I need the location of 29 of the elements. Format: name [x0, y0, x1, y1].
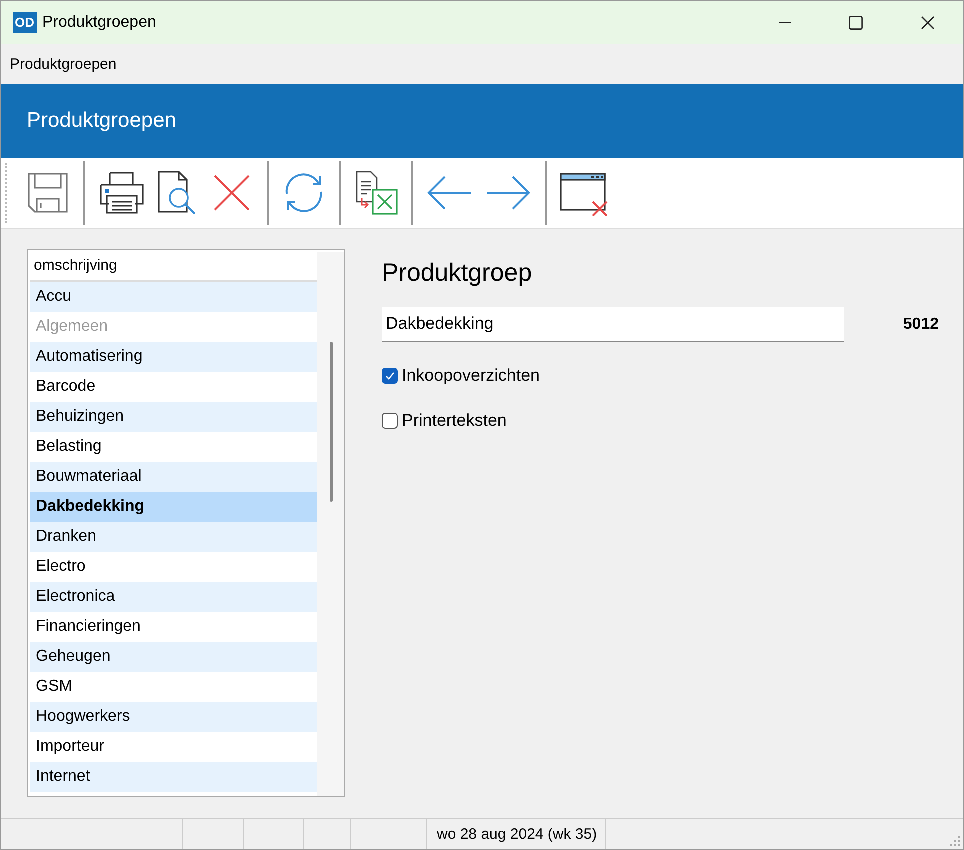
resize-grip-icon[interactable] — [950, 836, 960, 846]
scrollbar-thumb[interactable] — [330, 342, 334, 502]
checkbox-label[interactable]: Printerteksten — [402, 411, 507, 431]
section-title: Produktgroep — [382, 259, 534, 288]
list-item[interactable]: Automatisering — [30, 342, 318, 372]
checkbox[interactable] — [382, 368, 398, 384]
save-icon[interactable] — [25, 170, 71, 216]
window-title: Produktgroepen — [42, 14, 156, 32]
list-item[interactable]: Geheugen — [30, 642, 318, 672]
checkbox-label[interactable]: Inkoopoverzichten — [402, 366, 540, 386]
printer-icon[interactable] — [97, 170, 147, 216]
menu-item[interactable]: Produktgroepen — [10, 56, 117, 72]
list-item[interactable]: Dakbedekking — [30, 492, 318, 522]
list-item[interactable]: Behuizingen — [30, 402, 318, 432]
list-item[interactable]: Internet — [30, 762, 318, 792]
header-title: Produktgroepen — [27, 109, 176, 133]
list-item[interactable]: Electronica — [30, 582, 318, 612]
app-logo: OD — [13, 12, 36, 33]
checkbox[interactable] — [382, 413, 398, 429]
minimize-icon[interactable] — [779, 22, 791, 24]
list-item[interactable]: Dranken — [30, 522, 318, 552]
close-icon[interactable] — [921, 16, 935, 30]
list-item[interactable]: Bouwmateriaal — [30, 462, 318, 492]
list-item[interactable]: Hoogwerkers — [30, 702, 318, 732]
maximize-icon[interactable] — [849, 16, 863, 30]
name-input-field[interactable]: Dakbedekking — [382, 307, 844, 342]
status-date: wo 28 aug 2024 (wk 35) — [437, 826, 598, 842]
code-label: 5012 — [903, 316, 939, 334]
list-item[interactable]: Accu — [30, 282, 318, 312]
